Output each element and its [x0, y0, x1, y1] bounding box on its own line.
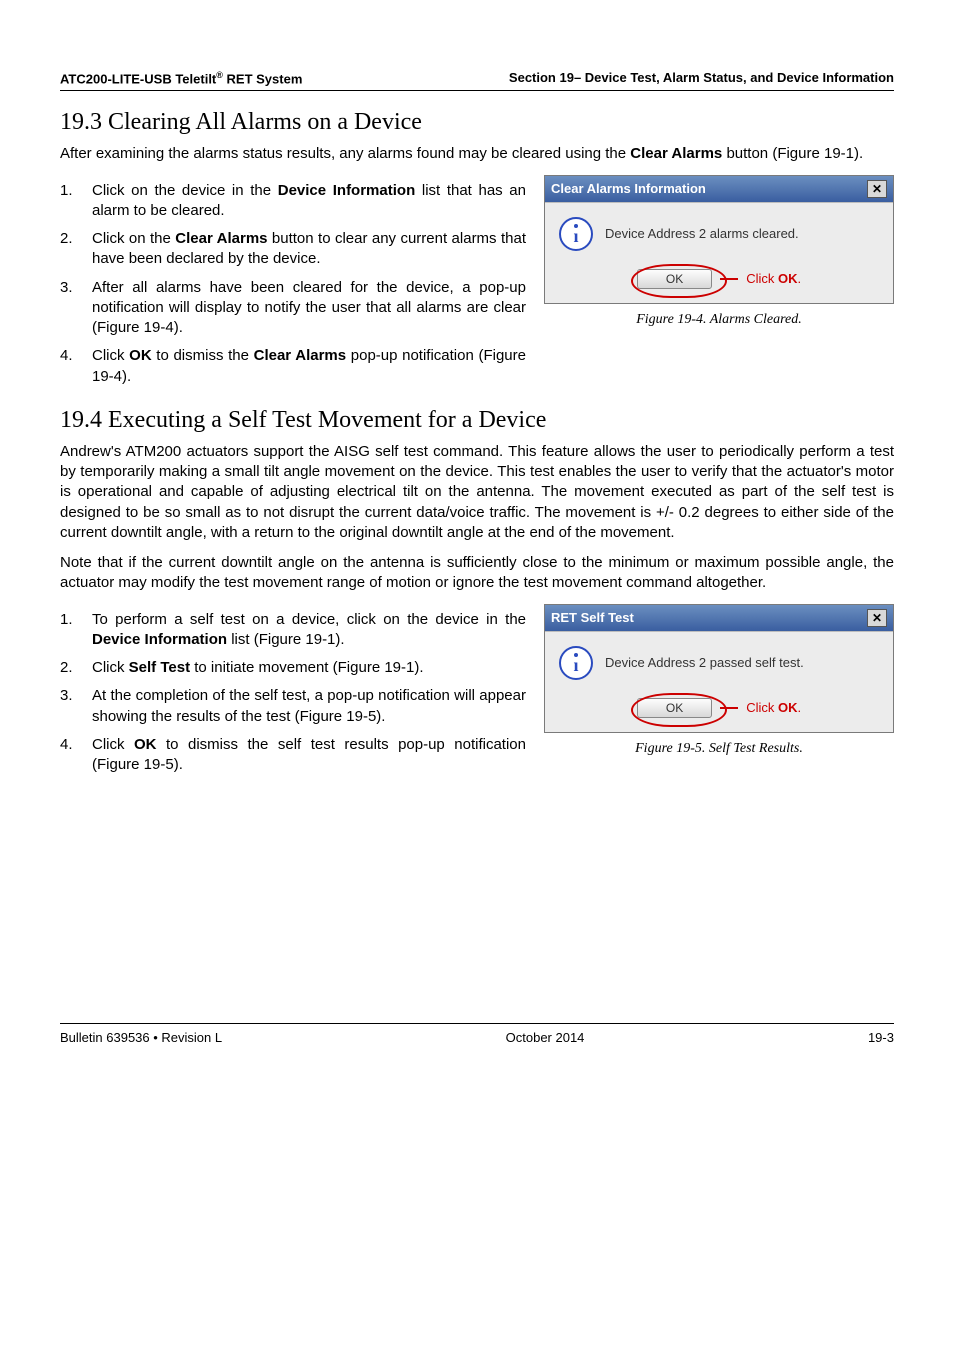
close-icon[interactable]: ✕ — [867, 609, 887, 627]
list-item: 3. After all alarms have been cleared fo… — [60, 278, 526, 339]
step-text: At the completion of the self test, a po… — [92, 686, 526, 727]
step-text: to dismiss the — [152, 347, 254, 364]
footer-left: Bulletin 639536 • Revision L — [60, 1030, 222, 1045]
callout-text: . — [798, 271, 802, 286]
step-text: Click — [92, 659, 129, 676]
step-text: Click — [92, 347, 129, 364]
dialog-message: Device Address 2 passed self test. — [605, 655, 804, 670]
close-icon[interactable]: ✕ — [867, 180, 887, 198]
ok-button[interactable]: OK — [637, 269, 712, 289]
dialog-titlebar: RET Self Test ✕ — [545, 605, 893, 631]
info-glyph: ı — [573, 226, 578, 247]
callout-bold: OK — [778, 271, 798, 286]
section-19-3-intro: After examining the alarms status result… — [60, 144, 894, 164]
step-number: 1. — [60, 610, 80, 651]
step-text: Click on the — [92, 230, 175, 247]
ok-button[interactable]: OK — [637, 698, 712, 718]
dialog-message: Device Address 2 alarms cleared. — [605, 226, 799, 241]
info-icon: ı — [559, 217, 593, 251]
intro-bold: Clear Alarms — [630, 145, 722, 162]
dialog-title-text: RET Self Test — [551, 610, 634, 625]
ret-self-test-dialog: RET Self Test ✕ ı Device Address 2 passe… — [544, 604, 894, 733]
step-text: list (Figure 19-1). — [227, 631, 345, 648]
step-bold: Device Information — [278, 182, 416, 199]
list-item: 4. Click OK to dismiss the self test res… — [60, 735, 526, 776]
step-number: 2. — [60, 229, 80, 270]
section-19-4-para1: Andrew's ATM200 actuators support the AI… — [60, 442, 894, 543]
header-left-prefix: ATC200-LITE-USB Teletilt — [60, 71, 216, 86]
figure-19-5-caption: Figure 19-5. Self Test Results. — [544, 741, 894, 757]
intro-text-a: After examining the alarms status result… — [60, 145, 630, 162]
footer-center: October 2014 — [506, 1030, 585, 1045]
step-text: Click on the device in the — [92, 182, 278, 199]
info-icon: ı — [559, 646, 593, 680]
step-bold: OK — [134, 736, 157, 753]
callout-bold: OK — [778, 700, 798, 715]
page-header: ATC200-LITE-USB Teletilt® RET System Sec… — [60, 70, 894, 91]
step-text: Click — [92, 736, 134, 753]
step-text: to initiate movement (Figure 19-1). — [190, 659, 423, 676]
list-item: 2. Click on the Clear Alarms button to c… — [60, 229, 526, 270]
section-19-4-heading: 19.4 Executing a Self Test Movement for … — [60, 407, 894, 434]
clear-alarms-dialog: Clear Alarms Information ✕ ı Device Addr… — [544, 175, 894, 304]
intro-text-c: button (Figure 19-1). — [722, 145, 863, 162]
callout-label: Click OK. — [746, 700, 801, 715]
callout-line — [720, 278, 738, 280]
step-text: After all alarms have been cleared for t… — [92, 278, 526, 339]
section-19-3-heading: 19.3 Clearing All Alarms on a Device — [60, 109, 894, 136]
page-footer: Bulletin 639536 • Revision L October 201… — [60, 1023, 894, 1045]
figure-19-4-caption: Figure 19-4. Alarms Cleared. — [544, 312, 894, 328]
dialog-title-text: Clear Alarms Information — [551, 181, 706, 196]
step-bold: Clear Alarms — [254, 347, 346, 364]
callout-text: . — [798, 700, 802, 715]
list-item: 1. Click on the device in the Device Inf… — [60, 181, 526, 222]
list-item: 3. At the completion of the self test, a… — [60, 686, 526, 727]
section-19-4-steps: 1. To perform a self test on a device, c… — [60, 610, 526, 776]
step-text: To perform a self test on a device, clic… — [92, 611, 526, 628]
callout-text: Click — [746, 700, 778, 715]
step-bold: Device Information — [92, 631, 227, 648]
callout-line — [720, 707, 738, 709]
header-left: ATC200-LITE-USB Teletilt® RET System — [60, 70, 302, 86]
header-left-suffix: RET System — [223, 71, 302, 86]
step-bold: Self Test — [129, 659, 190, 676]
step-number: 2. — [60, 658, 80, 678]
step-text: to dismiss the self test results pop-up … — [92, 736, 526, 773]
step-number: 3. — [60, 686, 80, 727]
footer-right: 19-3 — [868, 1030, 894, 1045]
list-item: 1. To perform a self test on a device, c… — [60, 610, 526, 651]
list-item: 2. Click Self Test to initiate movement … — [60, 658, 526, 678]
step-bold: Clear Alarms — [175, 230, 267, 247]
header-right: Section 19– Device Test, Alarm Status, a… — [509, 70, 894, 86]
callout-text: Click — [746, 271, 778, 286]
callout-label: Click OK. — [746, 271, 801, 286]
info-glyph: ı — [573, 655, 578, 676]
step-number: 1. — [60, 181, 80, 222]
section-19-4-para2: Note that if the current downtilt angle … — [60, 553, 894, 594]
dialog-titlebar: Clear Alarms Information ✕ — [545, 176, 893, 202]
registered-mark: ® — [216, 70, 223, 80]
step-number: 4. — [60, 346, 80, 387]
step-bold: OK — [129, 347, 152, 364]
list-item: 4. Click OK to dismiss the Clear Alarms … — [60, 346, 526, 387]
step-number: 3. — [60, 278, 80, 339]
step-number: 4. — [60, 735, 80, 776]
section-19-3-steps: 1. Click on the device in the Device Inf… — [60, 181, 526, 387]
